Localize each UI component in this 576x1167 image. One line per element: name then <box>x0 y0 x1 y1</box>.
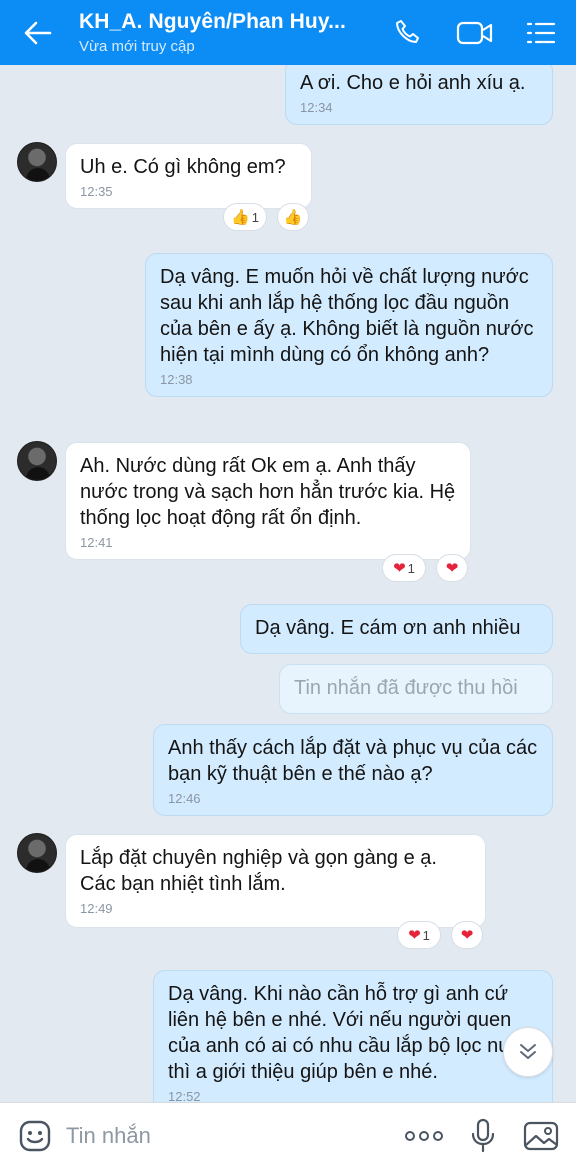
reaction-count: 1 <box>251 209 259 225</box>
message-composer: Tin nhắn <box>0 1102 576 1167</box>
reaction-summary[interactable]: ❤ 1 <box>382 554 426 582</box>
message-outgoing[interactable]: Dạ vâng. Khi nào cần hỗ trợ gì anh cứ li… <box>153 970 553 1102</box>
message-outgoing[interactable]: Dạ vâng. E cám ơn anh nhiều <box>240 604 553 654</box>
message-time: 12:41 <box>80 535 113 550</box>
contact-avatar[interactable] <box>17 833 57 873</box>
reaction-count: 1 <box>422 927 430 943</box>
contact-avatar[interactable] <box>17 142 57 182</box>
emoji-icon <box>19 1120 51 1152</box>
message-text: Dạ vâng. Khi nào cần hỗ trợ gì anh cứ li… <box>168 983 535 1083</box>
message-text: Dạ vâng. E muốn hỏi về chất lượng nước s… <box>160 266 534 366</box>
back-button[interactable] <box>18 16 58 50</box>
heart-icon: ❤ <box>460 926 474 944</box>
list-menu-icon <box>526 22 556 44</box>
message-input[interactable]: Tin nhắn <box>66 1123 151 1149</box>
message-text: Anh thấy cách lắp đặt và phục vụ của các… <box>168 737 538 785</box>
reaction-summary[interactable]: ❤ 1 <box>397 921 441 949</box>
message-time: 12:52 <box>168 1089 201 1102</box>
contact-info[interactable]: KH_A. Nguyên/Phan Huy... Vừa mới truy cậ… <box>79 10 379 55</box>
menu-button[interactable] <box>521 14 561 52</box>
message-incoming[interactable]: Uh e. Có gì không em? 12:35 <box>65 143 312 209</box>
more-dots-icon <box>405 1131 443 1141</box>
more-options-button[interactable] <box>402 1117 446 1155</box>
image-icon <box>523 1121 559 1151</box>
double-chevron-down-icon <box>520 1044 536 1059</box>
scroll-to-bottom-button[interactable] <box>503 1027 553 1077</box>
message-text: Lắp đặt chuyên nghiệp và gọn gàng e ạ. C… <box>80 847 437 895</box>
message-time: 12:38 <box>160 372 193 387</box>
message-time: 12:34 <box>300 100 333 115</box>
react-button[interactable]: ❤ <box>451 921 483 949</box>
message-recalled[interactable]: Tin nhắn đã được thu hồi <box>279 664 553 714</box>
thumbs-up-icon: 👍 <box>283 208 303 226</box>
react-button[interactable]: ❤ <box>436 554 468 582</box>
message-outgoing[interactable]: Dạ vâng. E muốn hỏi về chất lượng nước s… <box>145 253 553 397</box>
message-time: 12:35 <box>80 184 113 199</box>
microphone-icon <box>471 1118 495 1153</box>
arrow-left-icon <box>24 21 52 45</box>
voice-message-button[interactable] <box>466 1117 500 1155</box>
thumbs-up-icon: 👍 <box>231 208 250 226</box>
reaction-count: 1 <box>407 560 415 576</box>
sticker-button[interactable] <box>16 1117 54 1155</box>
message-incoming[interactable]: Ah. Nước dùng rất Ok em ạ. Anh thấy nước… <box>65 442 471 560</box>
message-list[interactable]: A ơi. Cho e hỏi anh xíu ạ. 12:34 Uh e. C… <box>0 65 576 1102</box>
message-text: Ah. Nước dùng rất Ok em ạ. Anh thấy nước… <box>80 455 456 529</box>
contact-status: Vừa mới truy cập <box>79 38 195 55</box>
phone-icon <box>396 20 419 43</box>
message-text: Dạ vâng. E cám ơn anh nhiều <box>255 617 521 639</box>
message-time: 12:49 <box>80 901 113 916</box>
reaction-summary[interactable]: 👍 1 <box>223 203 267 231</box>
video-call-button[interactable] <box>455 14 495 52</box>
contact-name: KH_A. Nguyên/Phan Huy... <box>79 10 346 33</box>
message-text: Tin nhắn đã được thu hồi <box>294 677 518 699</box>
heart-icon: ❤ <box>393 559 406 577</box>
video-camera-icon <box>456 21 493 45</box>
heart-icon: ❤ <box>408 926 421 944</box>
contact-avatar[interactable] <box>17 441 57 481</box>
react-button[interactable]: 👍 <box>277 203 309 231</box>
message-text: A ơi. Cho e hỏi anh xíu ạ. <box>300 72 526 94</box>
send-image-button[interactable] <box>520 1117 562 1155</box>
voice-call-button[interactable] <box>388 14 428 52</box>
message-time: 12:46 <box>168 791 201 806</box>
heart-icon: ❤ <box>445 559 459 577</box>
message-text: Uh e. Có gì không em? <box>80 156 286 178</box>
chat-header: KH_A. Nguyên/Phan Huy... Vừa mới truy cậ… <box>0 0 576 65</box>
message-outgoing[interactable]: A ơi. Cho e hỏi anh xíu ạ. 12:34 <box>285 65 553 125</box>
message-incoming[interactable]: Lắp đặt chuyên nghiệp và gọn gàng e ạ. C… <box>65 834 486 928</box>
message-outgoing[interactable]: Anh thấy cách lắp đặt và phục vụ của các… <box>153 724 553 816</box>
